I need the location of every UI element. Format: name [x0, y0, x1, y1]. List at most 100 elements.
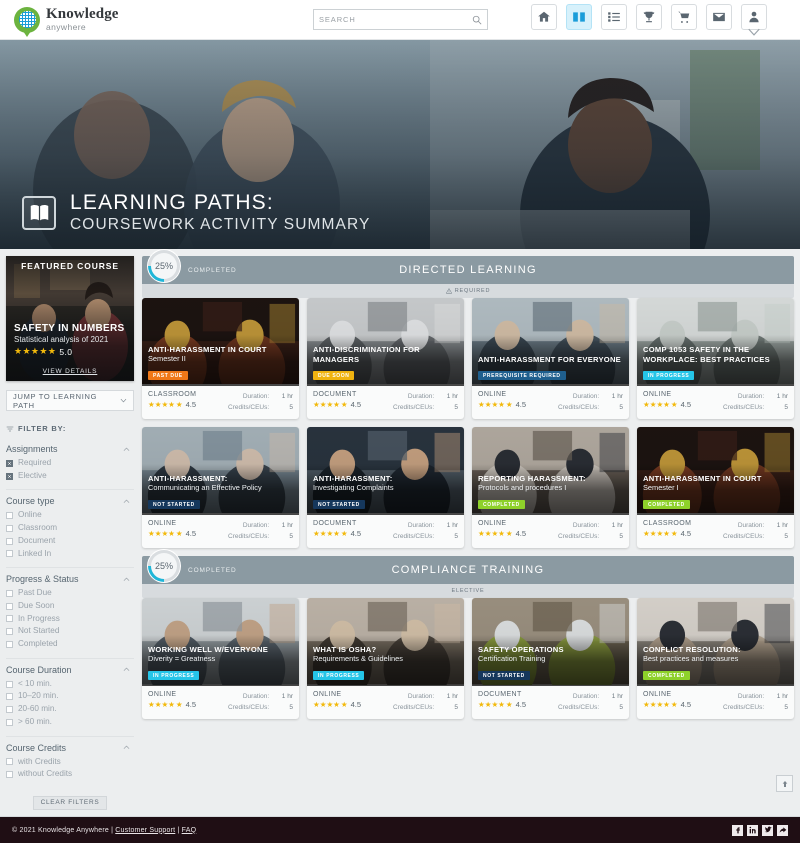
- nav-achievements-button[interactable]: [636, 4, 662, 30]
- nav-home-button[interactable]: [531, 4, 557, 30]
- filter-option[interactable]: Elective: [6, 470, 134, 483]
- course-card[interactable]: CONFLICT RESOLUTION: Best practices and m…: [637, 598, 794, 720]
- checkbox[interactable]: [6, 472, 13, 480]
- cart-icon: [678, 11, 690, 23]
- share-icon[interactable]: [777, 824, 788, 836]
- course-card[interactable]: ANTI-HARASSMENT IN COURT Semester II PAST …: [142, 298, 299, 420]
- filter-option[interactable]: 20-60 min.: [6, 703, 134, 716]
- facebook-icon[interactable]: [732, 824, 743, 836]
- filter-option[interactable]: with Credits: [6, 756, 134, 769]
- filter-option[interactable]: Online: [6, 509, 134, 522]
- checkbox[interactable]: [6, 758, 13, 766]
- view-details-link[interactable]: VIEW DETAILS: [6, 368, 134, 375]
- chevron-up-icon[interactable]: [123, 744, 130, 751]
- search-input[interactable]: [319, 15, 472, 24]
- course-card[interactable]: ANTI-HARASSMENT FOR EVERYONE PREREQUISITE…: [472, 298, 629, 420]
- course-card-meta: ONLINE ★★★★ ★ 4.5 Duration: 1 hr Credits/CEUs…: [637, 686, 794, 719]
- filter-option[interactable]: without Credits: [6, 768, 134, 781]
- checkbox[interactable]: [6, 718, 13, 726]
- course-card[interactable]: ANTI-HARASSMENT IN COURT Semester I COMPLE…: [637, 427, 794, 549]
- chevron-up-icon[interactable]: [123, 576, 130, 583]
- scroll-to-top-button[interactable]: [776, 775, 793, 792]
- nav-catalog-button[interactable]: [566, 4, 592, 30]
- section-subtitle: REQUIRED: [454, 288, 491, 294]
- duration-value: 1 hr: [446, 393, 458, 400]
- featured-subtitle: Statistical analysis of 2021: [14, 335, 109, 344]
- star-icons: ★★★★: [313, 700, 340, 710]
- checkbox[interactable]: [6, 590, 13, 598]
- checkbox[interactable]: [6, 550, 13, 558]
- jump-to-learning-path-select[interactable]: JUMP TO LEARNING PATH: [6, 390, 134, 411]
- duration-label: Duration:: [242, 693, 270, 701]
- credits-label: Credits/CEUs:: [558, 404, 600, 412]
- filter-group-header[interactable]: Progress & Status: [6, 574, 134, 584]
- filter-option[interactable]: Completed: [6, 638, 134, 651]
- clear-filters-button[interactable]: CLEAR FILTERS: [33, 795, 107, 810]
- course-card[interactable]: WORKING WELL W/EVERYONE Diverity = Greatn…: [142, 598, 299, 720]
- search-box[interactable]: [313, 9, 488, 30]
- filter-option[interactable]: Linked In: [6, 548, 134, 561]
- status-badge-label: DUE SOON: [318, 372, 350, 379]
- twitter-icon[interactable]: [762, 824, 773, 836]
- star-icons: ★★★★: [148, 529, 175, 539]
- filter-group-header[interactable]: Assignments: [6, 444, 134, 454]
- duration-label: Duration:: [737, 693, 765, 701]
- chevron-up-icon[interactable]: [123, 666, 130, 673]
- sidebar: FEATURED COURSE SAFETY IN NUMBERS Statis…: [6, 256, 134, 810]
- filter-option[interactable]: Not Started: [6, 625, 134, 638]
- site-logo[interactable]: Knowledge anywhere: [14, 6, 119, 37]
- filter-option[interactable]: < 10 min.: [6, 678, 134, 691]
- filter-option[interactable]: > 60 min.: [6, 716, 134, 729]
- course-card[interactable]: WHAT IS OSHA? Requirements & Guidelines IN…: [307, 598, 464, 720]
- nav-transcript-button[interactable]: [601, 4, 627, 30]
- filter-group-header[interactable]: Course Duration: [6, 665, 134, 675]
- course-title: ANTI-HARASSMENT:: [313, 473, 393, 483]
- course-card[interactable]: ANTI-DISCRIMINATION FOR MANAGERS DUE SOON…: [307, 298, 464, 420]
- course-card[interactable]: ANTI-HARASSMENT: Investigating Complaints…: [307, 427, 464, 549]
- nav-messages-button[interactable]: [706, 4, 732, 30]
- filter-option[interactable]: Required: [6, 457, 134, 470]
- checkbox[interactable]: [6, 771, 13, 779]
- customer-support-link[interactable]: Customer Support: [115, 827, 175, 834]
- filter-option[interactable]: 10–20 min.: [6, 690, 134, 703]
- featured-course-card[interactable]: FEATURED COURSE SAFETY IN NUMBERS Statis…: [6, 256, 134, 381]
- status-badge: PAST DUE: [148, 371, 188, 380]
- course-card[interactable]: COMP 1053 SAFETY IN THE WORKPLACE: BEST …: [637, 298, 794, 420]
- faq-link[interactable]: FAQ: [182, 827, 197, 834]
- filter-option[interactable]: Due Soon: [6, 600, 134, 613]
- checkbox[interactable]: [6, 537, 13, 545]
- star-icons: ★★★★: [478, 700, 505, 710]
- linkedin-icon[interactable]: [747, 824, 758, 836]
- course-card[interactable]: ANTI-HARASSMENT: Communicating an Effecti…: [142, 427, 299, 549]
- checkbox[interactable]: [6, 512, 13, 520]
- course-subtitle: Semester II: [148, 354, 186, 364]
- checkbox[interactable]: [6, 602, 13, 610]
- learning-path-section: 25% COMPLETED DIRECTED LEARNING REQUIRED ANT…: [142, 253, 794, 549]
- checkbox[interactable]: [6, 680, 13, 688]
- filter-group-header[interactable]: Course Credits: [6, 743, 134, 753]
- checkbox[interactable]: [6, 615, 13, 623]
- checkbox[interactable]: [6, 628, 13, 636]
- course-card[interactable]: REPORTING HARASSMENT: Protocols and proce…: [472, 427, 629, 549]
- nav-store-button[interactable]: [671, 4, 697, 30]
- checkbox[interactable]: [6, 524, 13, 532]
- checkbox[interactable]: [6, 693, 13, 701]
- chevron-up-icon[interactable]: [123, 446, 130, 453]
- course-subtitle: Best practices and measures: [643, 654, 739, 664]
- filter-group-header[interactable]: Course type: [6, 496, 134, 506]
- course-card[interactable]: SAFETY OPERATIONS Certification Training N…: [472, 598, 629, 720]
- checkbox[interactable]: [6, 459, 13, 467]
- course-rating: ★★★★ ★ 4.5: [148, 400, 196, 409]
- filter-option[interactable]: In Progress: [6, 613, 134, 626]
- filter-icon: [6, 426, 14, 431]
- credits-label: Credits/CEUs:: [558, 533, 600, 541]
- nav-account-button[interactable]: [741, 4, 767, 36]
- checkbox[interactable]: [6, 705, 13, 713]
- chevron-up-icon[interactable]: [123, 498, 130, 505]
- course-card-image: SAFETY OPERATIONS Certification Training N…: [472, 598, 629, 687]
- checkbox[interactable]: [6, 640, 13, 648]
- filter-option[interactable]: Past Due: [6, 587, 134, 600]
- filter-option[interactable]: Document: [6, 535, 134, 548]
- course-card-meta: ONLINE ★★★★ ★ 4.5 Duration: 1 hr Credits/CEUs…: [142, 686, 299, 719]
- filter-option[interactable]: Classroom: [6, 522, 134, 535]
